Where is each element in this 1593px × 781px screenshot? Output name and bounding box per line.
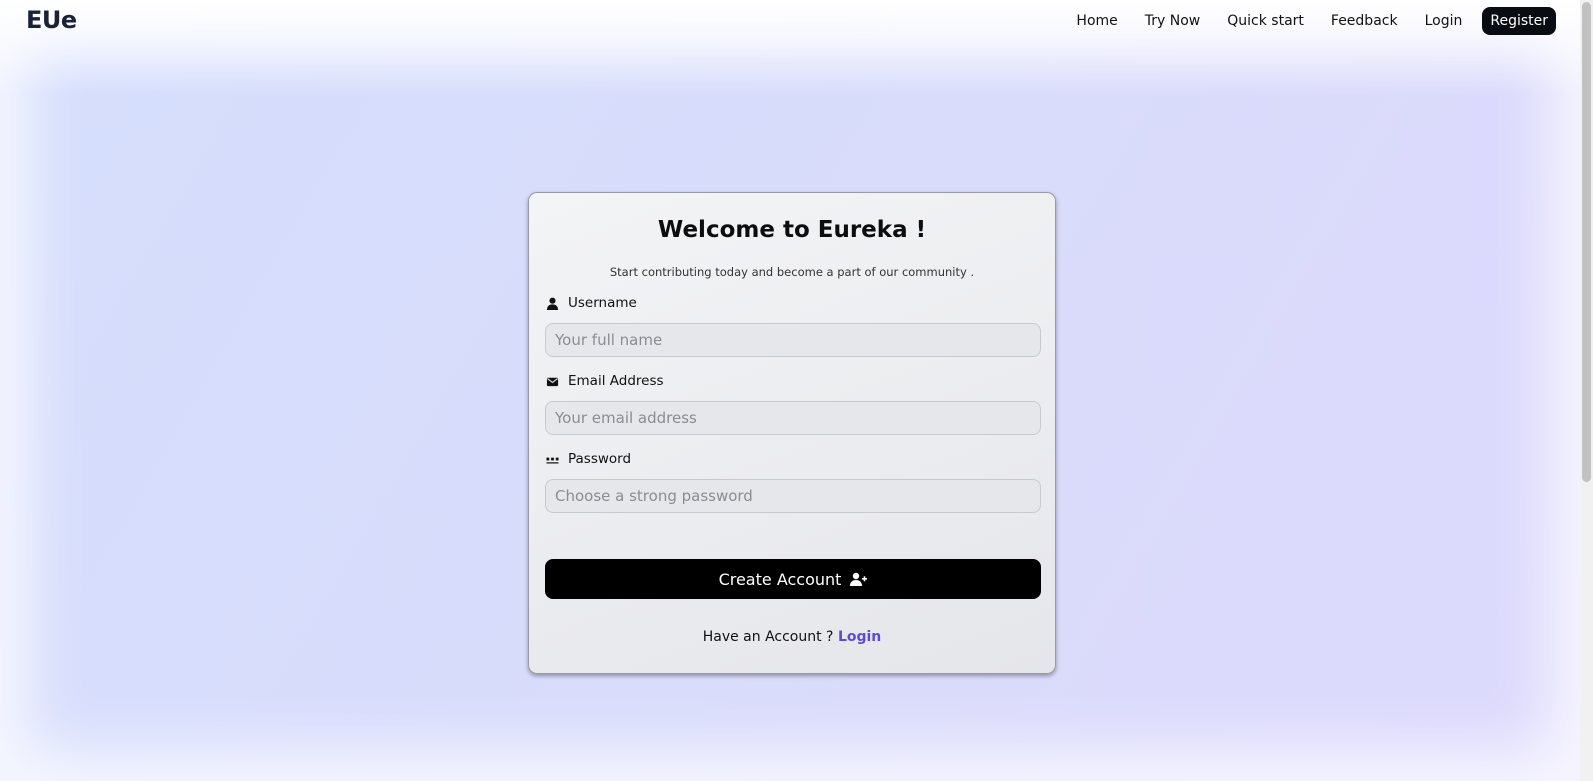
email-input[interactable]	[545, 401, 1041, 435]
scrollbar-thumb[interactable]	[1582, 2, 1591, 482]
password-input[interactable]	[545, 479, 1041, 513]
register-card: Welcome to Eureka ! Start contributing t…	[528, 192, 1056, 674]
username-input[interactable]	[545, 323, 1041, 357]
nav-feedback[interactable]: Feedback	[1331, 7, 1398, 35]
password-label: Password	[568, 451, 632, 467]
scrollbar[interactable]	[1580, 0, 1593, 781]
user-icon	[546, 297, 559, 310]
site-logo[interactable]: EUe	[26, 6, 77, 34]
username-label: Username	[568, 295, 637, 311]
nav-try-now[interactable]: Try Now	[1145, 7, 1200, 35]
page-background: EUe Home Try Now Quick start Feedback Lo…	[0, 0, 1580, 781]
nav-register-button[interactable]: Register	[1482, 7, 1556, 35]
password-dots-icon	[546, 457, 559, 463]
login-prompt: Have an Account ? Login	[529, 629, 1055, 645]
email-label-row: Email Address	[546, 373, 664, 389]
envelope-icon	[546, 377, 559, 386]
login-link[interactable]: Login	[838, 629, 881, 645]
nav-login[interactable]: Login	[1425, 7, 1463, 35]
password-label-row: Password	[546, 451, 631, 467]
card-subtitle: Start contributing today and become a pa…	[609, 265, 975, 279]
email-label: Email Address	[568, 373, 664, 389]
username-label-row: Username	[546, 295, 637, 311]
nav-home[interactable]: Home	[1076, 7, 1117, 35]
create-account-label: Create Account	[718, 569, 842, 589]
top-nav: Home Try Now Quick start Feedback Login …	[1049, 7, 1556, 35]
create-account-button[interactable]: Create Account	[545, 559, 1041, 599]
nav-quick-start[interactable]: Quick start	[1227, 7, 1304, 35]
user-plus-icon	[850, 572, 868, 586]
login-prompt-text: Have an Account ?	[702, 629, 834, 645]
card-title: Welcome to Eureka !	[657, 217, 927, 243]
